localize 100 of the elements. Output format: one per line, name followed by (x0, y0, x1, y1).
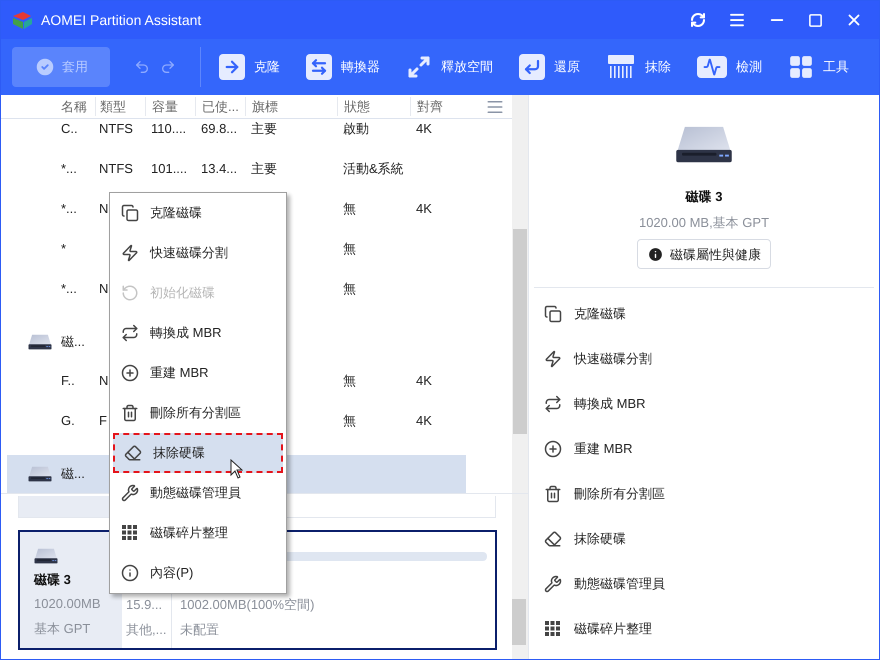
table-cell-text: N (99, 372, 108, 390)
table-cell-text: 主要 (251, 120, 277, 138)
menu-item[interactable]: 內容(P) (110, 553, 286, 593)
table-cell-text: 無 (343, 280, 356, 298)
menu-item[interactable]: 重建 MBR (110, 353, 286, 393)
arrow-right-icon (219, 54, 245, 80)
swap-icon (121, 324, 139, 342)
table-cell-text: *... (61, 200, 77, 218)
partition-type: 其他,... (126, 620, 168, 638)
wrench-icon (121, 484, 139, 502)
table-cell-text: F (99, 412, 107, 430)
menu-item[interactable]: 克隆磁碟 (110, 193, 286, 233)
shredder-icon (606, 54, 636, 80)
table-cell-text: F.. (61, 372, 75, 390)
table-cell-text: G. (61, 412, 75, 430)
operation-item[interactable]: 克隆磁碟 (529, 291, 879, 336)
info-icon (121, 564, 139, 582)
table-cell-text: N (99, 200, 108, 218)
partition-size: 15.9... (126, 596, 164, 614)
operation-item[interactable]: 刪除所有分割區 (529, 471, 879, 516)
table-cell-text: 活動&系統 (343, 160, 404, 178)
dots-grid-icon (121, 524, 139, 542)
table-cell-text: 4K (416, 372, 432, 390)
swap-icon (544, 394, 562, 413)
table-cell-text: 110.... (151, 120, 186, 138)
lightning-icon (121, 244, 139, 262)
table-cell-text: * (61, 240, 66, 258)
operation-item[interactable]: 動態磁碟管理員 (529, 561, 879, 606)
app-logo (11, 10, 33, 30)
expand-arrows-icon (406, 54, 432, 80)
plus-circle-icon (121, 364, 139, 382)
menu-item[interactable]: 動態磁碟管理員 (110, 473, 286, 513)
toolbar-tool[interactable]: 轉換器 (306, 54, 380, 80)
table-cell-text: *... (61, 280, 77, 298)
column-header[interactable]: 容量 (145, 96, 195, 116)
eraser-icon (544, 530, 562, 548)
table-cell-text: N (99, 280, 108, 298)
operation-item[interactable]: 重建 MBR (529, 426, 879, 472)
operation-item[interactable]: 磁碟碎片整理 (529, 606, 879, 652)
table-cell-text: NTFS (99, 160, 133, 178)
wrench-icon (544, 574, 562, 593)
column-header[interactable]: 旗標 (245, 96, 337, 116)
menu-item[interactable]: 轉換成 MBR (110, 313, 286, 353)
trash-icon (544, 484, 562, 503)
partition-size: 1002.00MB(100%空間) (180, 596, 316, 614)
menu-item[interactable]: 刪除所有分割區 (110, 393, 286, 433)
copy-icon (544, 304, 562, 323)
toolbar-tool[interactable]: 抹除 (606, 54, 671, 80)
column-header[interactable]: 已使... (195, 96, 245, 116)
operation-item[interactable]: 抹除硬碟 (529, 516, 879, 562)
table-cell-text: 無 (343, 372, 356, 390)
disk-summary: 1020.00 MB,基本 GPT (638, 214, 770, 232)
check-circle-icon (34, 56, 56, 78)
window-title: AOMEI Partition Assistant (41, 10, 202, 30)
table-cell-text: 13.4... (201, 160, 238, 178)
toolbar-tool[interactable]: 釋放空間 (406, 54, 493, 80)
column-header[interactable]: 對齊 (410, 96, 460, 116)
grid-icon (788, 54, 814, 80)
menu-item[interactable]: 抹除硬碟 (113, 433, 283, 473)
hard-drive-icon (28, 334, 52, 350)
lightning-icon (544, 350, 562, 368)
toolbar-tool[interactable]: 檢測 (697, 56, 762, 78)
hard-drive-icon (34, 548, 58, 564)
refresh-icon[interactable] (690, 12, 706, 28)
table-cell-text: 啟動 (343, 120, 369, 138)
toolbar-tool[interactable]: 還原 (519, 54, 580, 80)
operation-item[interactable]: 轉換成 MBR (529, 381, 879, 426)
partition-type: 未配置 (180, 620, 220, 638)
pulse-icon (697, 56, 727, 78)
scrollbar[interactable] (512, 95, 528, 493)
table-cell-text: 無 (343, 412, 356, 430)
operation-item[interactable]: 快速磁碟分割 (529, 336, 879, 382)
trash-icon (121, 404, 139, 422)
rotate-icon (121, 284, 139, 302)
table-cell-text: 4K (416, 412, 432, 430)
hard-drive-icon (28, 466, 52, 482)
mouse-cursor-icon (230, 459, 243, 479)
copy-icon (121, 204, 139, 222)
table-cell-text: 4K (416, 200, 432, 218)
table-cell-text: 無 (343, 200, 356, 218)
maximize-icon[interactable] (808, 12, 823, 28)
menu-icon[interactable] (728, 11, 746, 29)
table-cell-text: *... (61, 160, 77, 178)
column-header[interactable]: 類型 (95, 96, 145, 116)
menu-item[interactable]: 快速磁碟分割 (110, 233, 286, 273)
info-icon (647, 246, 664, 263)
toolbar-tool[interactable]: 克隆 (219, 54, 280, 80)
hard-drive-icon (675, 125, 733, 164)
scrollbar[interactable] (512, 494, 528, 659)
disk-title: 磁碟 3 (686, 188, 722, 206)
dots-grid-icon (544, 620, 562, 638)
column-header[interactable]: 名稱 (55, 96, 95, 116)
eraser-icon (124, 444, 142, 462)
menu-item[interactable]: 磁碟碎片整理 (110, 513, 286, 553)
toolbar-tool[interactable]: 工具 (788, 54, 849, 80)
disk-properties-button[interactable]: 磁碟屬性與健康 (637, 239, 771, 270)
table-cell-text: 磁... (61, 465, 85, 484)
disk-name: 磁碟 3 (34, 570, 72, 589)
plus-circle-icon (544, 440, 562, 458)
column-header[interactable]: 狀態 (337, 96, 410, 116)
